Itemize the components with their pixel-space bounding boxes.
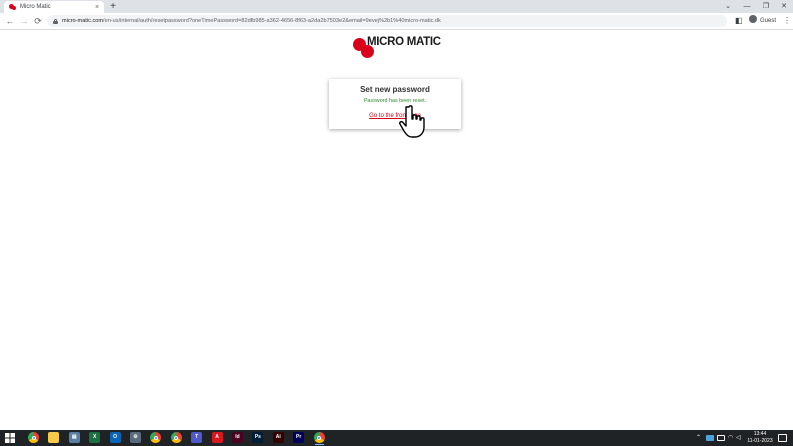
network-icon[interactable]: ◠ xyxy=(728,430,733,446)
notification-center-icon[interactable] xyxy=(778,434,787,442)
indesign-icon[interactable]: Id xyxy=(232,432,243,443)
battery-icon[interactable] xyxy=(717,435,725,441)
chrome-icon-2[interactable] xyxy=(150,432,162,443)
tray-chevron-icon[interactable]: ⌃ xyxy=(696,430,701,446)
reload-button[interactable]: ⟳ xyxy=(32,15,44,27)
browser-tabstrip: Micro Matic × + ⌄ — ❐ ✕ xyxy=(0,0,793,13)
profile-avatar-icon xyxy=(749,15,757,24)
excel-icon[interactable]: X xyxy=(89,432,101,443)
file-explorer-icon[interactable]: ▤ xyxy=(68,432,80,443)
browser-menu-icon[interactable]: ⋮ xyxy=(783,15,791,27)
micro-matic-favicon-icon xyxy=(9,4,17,10)
premiere-icon[interactable]: Pr xyxy=(293,432,305,443)
forward-button[interactable]: → xyxy=(18,15,30,27)
logo-text: MICRO MATIC xyxy=(367,36,441,48)
side-panel-icon[interactable]: ◧ xyxy=(735,15,743,27)
browser-toolbar: ← → ⟳ micro-matic.com/en-us/internal/aut… xyxy=(0,13,793,30)
photoshop-icon[interactable]: Ps xyxy=(252,432,264,443)
url-text: micro-matic.com/en-us/internal/auth/rese… xyxy=(62,18,441,24)
address-bar[interactable]: micro-matic.com/en-us/internal/auth/rese… xyxy=(47,15,727,27)
windows-taskbar: ▤ X O ⚙ T A Id Ps Ai Pr ⌃ ◠ ◁ 13:44 11-01-2023 xyxy=(0,430,793,446)
acrobat-icon[interactable]: A xyxy=(211,432,223,443)
card-title: Set new password xyxy=(360,85,430,94)
reset-password-card: Set new password Password has been reset… xyxy=(329,79,461,129)
settings-icon[interactable]: ⚙ xyxy=(130,432,141,443)
outlook-icon[interactable]: O xyxy=(109,432,121,443)
micro-matic-logo[interactable]: MICRO MATIC xyxy=(353,36,443,60)
back-button[interactable]: ← xyxy=(4,15,16,27)
profile-label: Guest xyxy=(760,18,777,24)
chrome-icon-3[interactable] xyxy=(170,432,182,443)
chrome-icon[interactable] xyxy=(28,432,39,443)
close-window-button[interactable]: ✕ xyxy=(774,0,793,13)
tab-title: Micro Matic xyxy=(20,4,51,10)
system-clock[interactable]: 13:44 11-01-2023 xyxy=(745,431,775,445)
profile-button[interactable]: Guest xyxy=(749,15,776,27)
restore-button[interactable]: ❐ xyxy=(756,0,776,13)
tab-micro-matic[interactable]: Micro Matic × xyxy=(4,1,104,13)
tab-search-chevron-icon[interactable]: ⌄ xyxy=(718,0,738,13)
sticky-notes-icon[interactable] xyxy=(48,432,60,443)
tab-close-icon[interactable]: × xyxy=(93,4,101,11)
new-tab-button[interactable]: + xyxy=(108,1,118,12)
windows-start-icon[interactable] xyxy=(5,433,15,443)
clock-time: 13:44 xyxy=(753,431,767,437)
page-content: MICRO MATIC Set new password Password ha… xyxy=(0,31,793,430)
success-message: Password has been reset. xyxy=(363,98,427,104)
lock-icon xyxy=(53,18,58,24)
clock-date: 11-01-2023 xyxy=(747,438,773,444)
minimize-button[interactable]: — xyxy=(737,0,757,13)
onedrive-icon[interactable] xyxy=(706,435,714,441)
hand-pointer-cursor-icon xyxy=(399,105,425,138)
volume-icon[interactable]: ◁ xyxy=(736,430,741,446)
illustrator-icon[interactable]: Ai xyxy=(272,432,284,443)
teams-icon[interactable]: T xyxy=(191,432,203,443)
chrome-icon-active[interactable] xyxy=(313,432,325,445)
